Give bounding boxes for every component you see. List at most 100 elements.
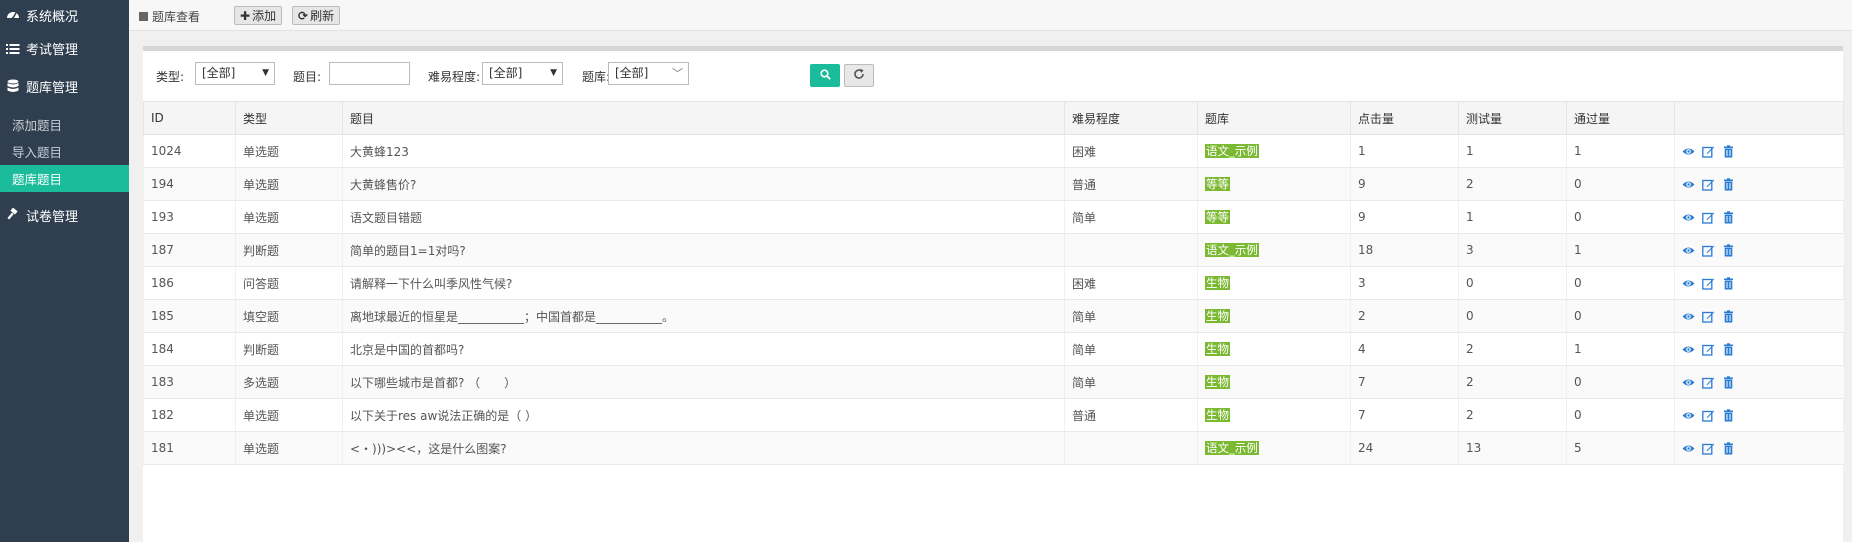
sidebar-subitem-bank-questions[interactable]: 题库题目 [0,165,129,192]
cell-id: 181 [143,431,236,465]
delete-icon[interactable] [1722,144,1735,158]
caret-down-icon: ▼ [262,68,269,78]
delete-icon[interactable] [1722,177,1735,191]
delete-icon[interactable] [1722,441,1735,455]
sidebar-item-exam-management[interactable]: 考试管理 [0,32,129,65]
add-button[interactable]: ✚ 添加 [234,6,283,25]
cell-difficulty: 困难 [1064,266,1198,300]
edit-icon[interactable] [1702,310,1715,323]
refresh-button[interactable]: ⟳ 刷新 [292,6,341,25]
cell-title: <・)))><<，这是什么图案? [342,431,1065,465]
bank-tag: 等等 [1205,177,1230,191]
cell-type: 单选题 [235,431,343,465]
delete-icon[interactable] [1722,276,1735,290]
edit-icon[interactable] [1702,277,1715,290]
delete-icon[interactable] [1722,309,1735,323]
edit-icon[interactable] [1702,343,1715,356]
edit-icon[interactable] [1702,244,1715,257]
cell-tests: 0 [1458,299,1567,333]
sidebar-subitem-import-questions[interactable]: 导入题目 [0,138,129,165]
cell-clicks: 1 [1350,134,1459,168]
column-header-passes[interactable]: 通过量 [1566,101,1675,135]
chevron-down-icon: ﹀ [672,67,683,80]
column-header-title[interactable]: 题目 [342,101,1065,135]
cell-difficulty: 普通 [1064,398,1198,432]
title-filter-input[interactable] [329,62,410,85]
type-filter-value: [全部] [202,66,236,80]
cell-difficulty [1064,431,1198,465]
cell-id: 194 [143,167,236,201]
cell-actions [1674,299,1844,333]
sidebar-subitem-add-question[interactable]: 添加题目 [0,111,129,138]
cell-type: 多选题 [235,365,343,399]
cell-type: 单选题 [235,200,343,234]
delete-icon[interactable] [1722,375,1735,389]
list-icon [6,42,20,56]
cell-difficulty: 困难 [1064,134,1198,168]
bank-filter-label: 题库: [582,70,611,84]
cell-title: 大黄蜂售价? [342,167,1065,201]
view-icon[interactable] [1682,244,1695,257]
question-list-panel: 类型: [全部] ▼ 题目: 难易程度: [全部] ▼ 题库: [全部] ﹀ I… [143,46,1844,542]
cell-id: 183 [143,365,236,399]
view-icon[interactable] [1682,376,1695,389]
cell-tests: 2 [1458,167,1567,201]
table-row: 184 判断题 北京是中国的首都吗? 简单 生物 4 2 1 [143,332,1844,366]
delete-icon[interactable] [1722,210,1735,224]
search-button[interactable] [810,64,840,87]
search-icon [819,68,831,83]
bank-tag: 语文_示例 [1205,144,1259,158]
view-icon[interactable] [1682,145,1695,158]
cell-actions [1674,431,1844,465]
reset-button[interactable] [844,64,874,87]
cell-title: 请解释一下什么叫季风性气候? [342,266,1065,300]
delete-icon[interactable] [1722,408,1735,422]
column-header-type[interactable]: 类型 [235,101,343,135]
view-icon[interactable] [1682,277,1695,290]
cell-bank: 等等 [1197,167,1351,201]
edit-icon[interactable] [1702,376,1715,389]
sidebar-item-overview[interactable]: 系统概况 [0,0,129,30]
column-header-bank[interactable]: 题库 [1197,101,1351,135]
delete-icon[interactable] [1722,243,1735,257]
edit-icon[interactable] [1702,145,1715,158]
sidebar-subitem-label: 添加题目 [12,118,63,133]
cell-clicks: 3 [1350,266,1459,300]
cell-id: 1024 [143,134,236,168]
view-icon[interactable] [1682,211,1695,224]
sidebar-item-label: 试卷管理 [26,209,79,225]
edit-icon[interactable] [1702,409,1715,422]
column-header-difficulty[interactable]: 难易程度 [1064,101,1198,135]
cell-tests: 13 [1458,431,1567,465]
cell-bank: 生物 [1197,299,1351,333]
type-filter-select[interactable]: [全部] ▼ [195,62,275,85]
view-icon[interactable] [1682,442,1695,455]
view-icon[interactable] [1682,343,1695,356]
sidebar-item-label: 考试管理 [26,43,79,58]
cell-tests: 1 [1458,134,1567,168]
difficulty-filter-select[interactable]: [全部] ▼ [482,62,563,85]
column-header-clicks[interactable]: 点击量 [1350,101,1459,135]
refresh-icon: ⟳ [298,8,309,23]
cell-difficulty: 简单 [1064,200,1198,234]
cell-type: 问答题 [235,266,343,300]
view-icon[interactable] [1682,310,1695,323]
square-icon [139,12,148,21]
column-header-tests[interactable]: 测试量 [1458,101,1567,135]
view-icon[interactable] [1682,178,1695,191]
dashboard-icon [6,8,20,22]
cell-bank: 语文_示例 [1197,431,1351,465]
view-icon[interactable] [1682,409,1695,422]
cell-type: 单选题 [235,134,343,168]
sidebar-item-question-bank[interactable]: 题库管理 [0,69,129,103]
sidebar-item-paper-management[interactable]: 试卷管理 [0,198,129,232]
column-header-id[interactable]: ID [143,101,236,135]
edit-icon[interactable] [1702,442,1715,455]
edit-icon[interactable] [1702,178,1715,191]
database-icon [6,79,20,93]
delete-icon[interactable] [1722,342,1735,356]
bank-filter-select[interactable]: [全部] ﹀ [608,62,689,85]
edit-icon[interactable] [1702,211,1715,224]
cell-title: 简单的题目1=1对吗? [342,233,1065,267]
cell-difficulty: 简单 [1064,332,1198,366]
